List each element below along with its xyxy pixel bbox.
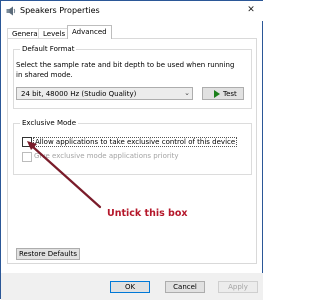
tab-advanced[interactable]: Advanced xyxy=(67,25,112,39)
annotation-text: Untick this box xyxy=(107,208,188,219)
annotation-arrow xyxy=(27,141,102,209)
